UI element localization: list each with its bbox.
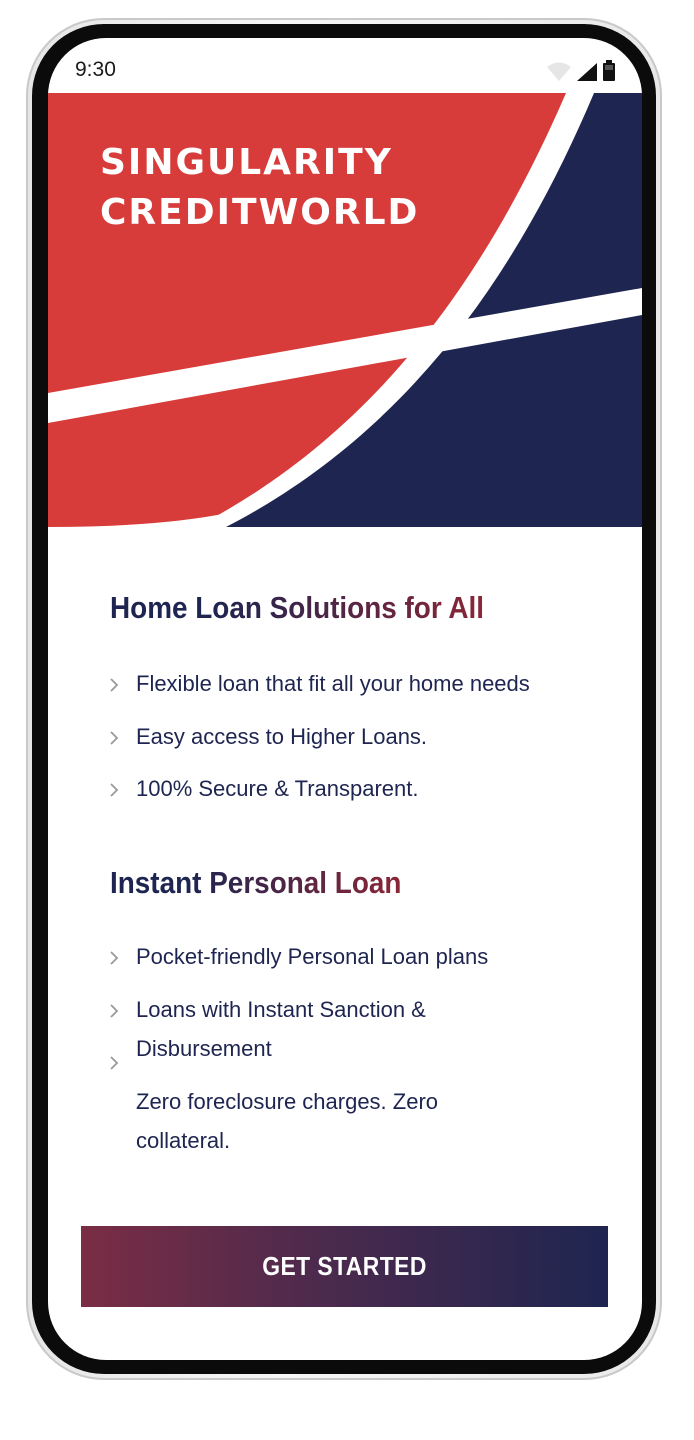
phone-screen: 9:30 SINGULARITY CREDITWORLD Home Loan S…	[48, 38, 642, 1360]
list-item-text: Easy access to Higher Loans.	[136, 724, 428, 749]
status-bar: 9:30	[48, 38, 642, 93]
get-started-button[interactable]: GET STARTED	[81, 1226, 608, 1307]
wifi-icon	[547, 62, 571, 81]
list-item-text: 100% Secure & Transparent.	[136, 776, 419, 801]
battery-icon	[603, 60, 615, 81]
brand-line-1: SINGULARITY	[100, 142, 393, 183]
chevron-right-icon	[110, 951, 119, 965]
cellular-signal-icon	[577, 63, 597, 81]
chevron-right-icon	[110, 678, 119, 692]
chevron-right-icon	[110, 731, 119, 745]
home-loan-title: Home Loan Solutions for All	[110, 590, 485, 625]
brand-line-2: CREDITWORLD	[100, 192, 420, 233]
chevron-right-icon	[110, 783, 119, 797]
personal-loan-title: Instant Personal Loan	[110, 865, 402, 900]
list-item-text: Pocket-friendly Personal Loan plans	[136, 944, 489, 969]
list-item-text: Loans with Instant Sanction & Disburseme…	[136, 997, 426, 1061]
list-item-text: Flexible loan that fit all your home nee…	[136, 671, 530, 696]
brand-logo: SINGULARITY CREDITWORLD	[100, 138, 419, 238]
get-started-label: GET STARTED	[262, 1251, 427, 1281]
chevron-right-icon	[110, 1004, 119, 1018]
status-icons	[546, 58, 616, 82]
list-item-text: Zero foreclosure charges. Zero collatera…	[136, 1089, 439, 1153]
chevron-right-icon	[110, 1056, 119, 1070]
status-time: 9:30	[75, 58, 116, 81]
